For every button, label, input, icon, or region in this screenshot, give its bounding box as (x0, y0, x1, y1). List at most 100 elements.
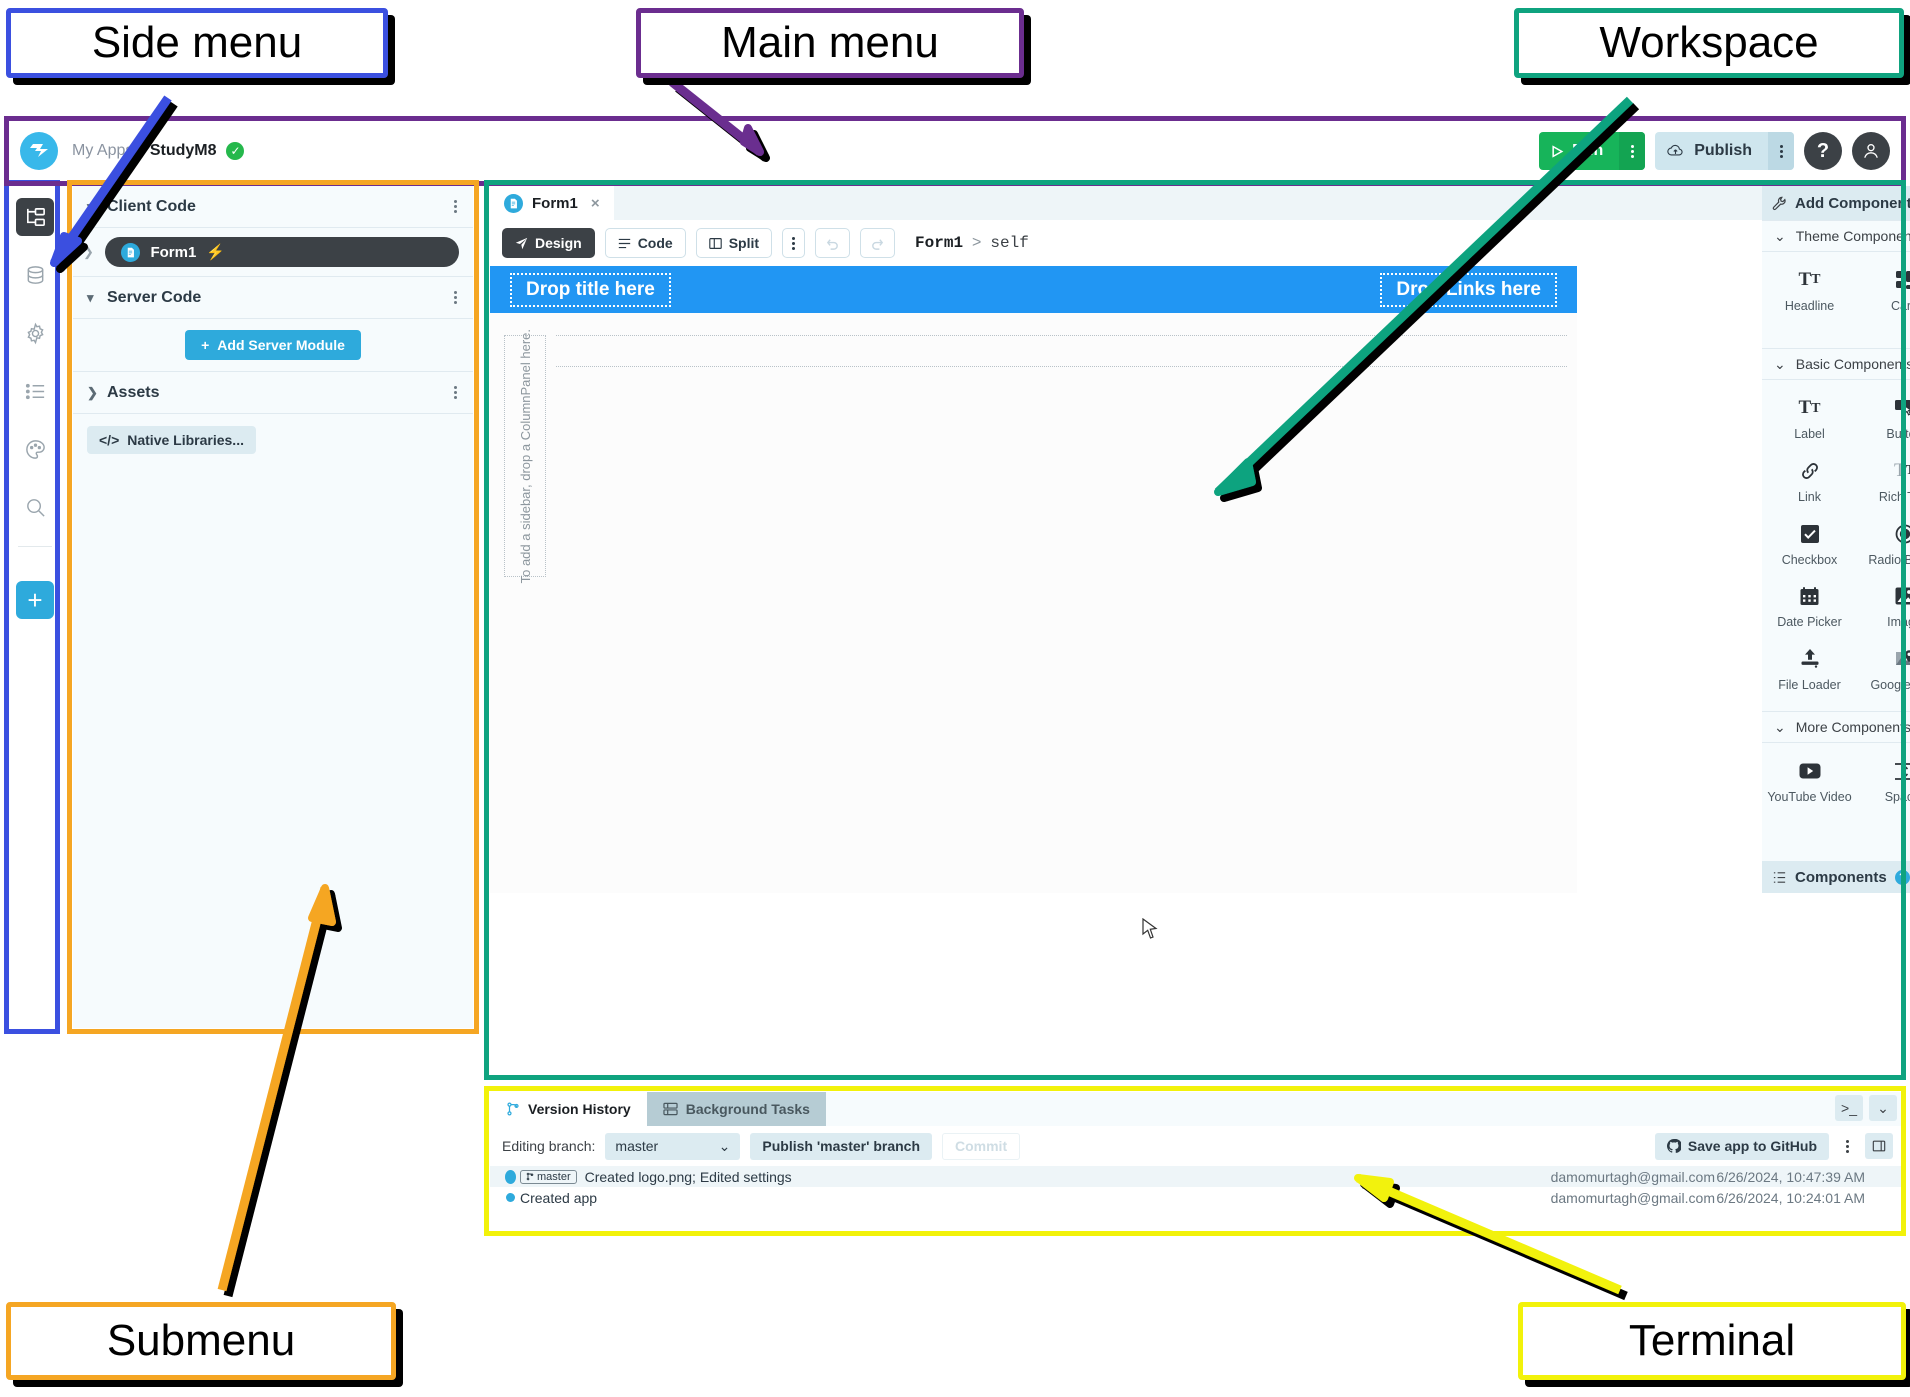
submenu-panel: ▾ Client Code ❯ Form1 ⚡ ▾ Server Code + … (73, 186, 473, 1028)
components-footer[interactable]: Components ? + (1762, 861, 1910, 893)
publish-branch-button[interactable]: Publish 'master' branch (750, 1132, 932, 1160)
version-history-toolbar: Editing branch: master ⌄ Publish 'master… (490, 1126, 1905, 1166)
rail-divider (18, 546, 52, 547)
component-spacer-label: Spacer (1884, 790, 1910, 805)
section-assets[interactable]: ❯ Assets (73, 372, 473, 414)
content-drop-zone[interactable] (556, 335, 1567, 367)
more-options-kebab-icon[interactable] (782, 228, 806, 258)
history-row[interactable]: master Created logo.png; Edited settings… (490, 1166, 1905, 1187)
sidebar-item-settings[interactable] (16, 314, 54, 352)
tab-form1[interactable]: Form1 × (490, 186, 614, 220)
history-author: damomurtagh@gmail.com (1550, 1168, 1715, 1185)
server-code-kebab-icon[interactable] (454, 291, 457, 304)
tab-background-tasks[interactable]: Background Tasks (646, 1092, 826, 1126)
section-server-code[interactable]: ▾ Server Code (73, 277, 473, 319)
branch-select[interactable]: master ⌄ (605, 1132, 741, 1160)
component-google-map[interactable]: Google Map (1857, 639, 1910, 702)
save-to-github-button[interactable]: Save app to GitHub (1654, 1132, 1829, 1160)
callout-submenu: Submenu (6, 1302, 396, 1380)
group-basic-components[interactable]: ⌄ Basic Components (1762, 348, 1910, 381)
component-link-label: Link (1798, 489, 1821, 504)
close-icon[interactable]: × (591, 195, 600, 212)
github-options-kebab-icon[interactable] (1837, 1133, 1857, 1159)
component-youtube-video-label: YouTube Video (1767, 790, 1852, 805)
tab-version-history[interactable]: Version History (490, 1092, 647, 1126)
history-row[interactable]: Created app damomurtagh@gmail.com 6/26/2… (490, 1187, 1905, 1208)
lightning-icon[interactable]: ⚡ (206, 243, 225, 261)
form-canvas[interactable]: Drop title here Drop Links here To add a… (490, 266, 1577, 893)
form-body[interactable]: To add a sidebar, drop a ColumnPanel her… (490, 313, 1577, 893)
component-radio-button[interactable]: Radio Button (1857, 514, 1910, 577)
native-libraries-button[interactable]: </> Native Libraries... (87, 426, 256, 454)
client-code-kebab-icon[interactable] (454, 200, 457, 213)
component-card[interactable]: Card (1857, 260, 1910, 338)
component-checkbox[interactable]: Checkbox (1762, 514, 1857, 577)
publish-options-kebab-icon[interactable] (1768, 132, 1794, 170)
app-name[interactable]: StudyM8 (150, 142, 217, 160)
run-button-label: Run (1572, 142, 1604, 159)
branch-select-value: master (615, 1138, 659, 1154)
group-more-components-label: More Components (1795, 719, 1910, 736)
code-view-button[interactable]: Code (604, 228, 686, 258)
headline-icon: TT (1798, 269, 1821, 291)
component-date-picker[interactable]: Date Picker (1762, 576, 1857, 639)
tab-form1-label: Form1 (532, 194, 578, 212)
chevron-down-icon: ⌄ (1774, 355, 1786, 372)
publish-button[interactable]: Publish (1655, 132, 1794, 170)
tree-item-form1[interactable]: Form1 ⚡ (105, 237, 459, 267)
component-rich-text[interactable]: TT Rich Text (1857, 451, 1910, 514)
component-spacer[interactable]: Spacer (1857, 751, 1910, 814)
undo-button[interactable] (815, 228, 851, 258)
callout-side-menu-label: Side menu (91, 18, 303, 67)
run-button[interactable]: Run (1539, 132, 1646, 170)
add-server-module-label: Add Server Module (217, 337, 345, 353)
anvil-logo-icon[interactable] (20, 132, 58, 170)
add-components-title: Add Components (1795, 194, 1910, 212)
component-label[interactable]: TT Label (1762, 388, 1857, 451)
group-more-components[interactable]: ⌄ More Components (1762, 711, 1910, 744)
component-file-loader[interactable]: File Loader (1762, 639, 1857, 702)
component-headline[interactable]: TT Headline (1762, 260, 1857, 338)
sidebar-item-theme[interactable] (16, 430, 54, 468)
sidebar-item-add[interactable]: + (16, 581, 54, 619)
design-view-button[interactable]: Design (502, 228, 595, 258)
saved-check-icon: ✓ (226, 142, 245, 160)
sidebar-item-search[interactable] (16, 488, 54, 526)
layout-toggle-button[interactable] (1865, 1133, 1893, 1159)
component-link[interactable]: Link (1762, 451, 1857, 514)
account-button[interactable] (1852, 132, 1890, 170)
link-icon (1800, 459, 1820, 483)
sidebar-item-data-tables[interactable] (16, 256, 54, 294)
help-button[interactable]: ? (1804, 132, 1842, 170)
drop-links-zone[interactable]: Drop Links here (1380, 272, 1557, 307)
collapse-panel-button[interactable]: ⌄ (1869, 1095, 1897, 1121)
add-server-module-button[interactable]: + Add Server Module (185, 330, 361, 360)
callout-submenu-label: Submenu (106, 1316, 296, 1365)
commit-button[interactable]: Commit (942, 1132, 1021, 1160)
component-image[interactable]: Image (1857, 576, 1910, 639)
chevron-right-icon[interactable]: ❯ (83, 244, 105, 260)
sidebar-item-app-browser[interactable] (16, 198, 54, 236)
assets-kebab-icon[interactable] (454, 386, 457, 399)
terminal-button[interactable]: >_ (1835, 1095, 1863, 1121)
section-client-code[interactable]: ▾ Client Code (73, 186, 473, 228)
breadcrumb-separator: / (139, 142, 144, 159)
component-image-label: Image (1887, 615, 1910, 630)
split-view-button[interactable]: Split (695, 228, 773, 258)
component-youtube-video[interactable]: YouTube Video (1762, 751, 1857, 814)
card-icon (1895, 268, 1910, 292)
breadcrumb-form-label[interactable]: Form1 (915, 234, 963, 252)
component-button[interactable]: Button (1857, 388, 1910, 451)
group-theme-components[interactable]: ⌄ Theme Components (1762, 220, 1910, 252)
help-icon[interactable]: ? (1894, 869, 1910, 885)
chevron-down-icon: ▾ (87, 289, 94, 305)
run-options-kebab-icon[interactable] (1619, 132, 1646, 170)
sidebar-drop-zone[interactable]: To add a sidebar, drop a ColumnPanel her… (504, 329, 546, 583)
breadcrumb-self-label[interactable]: self (990, 234, 1028, 252)
redo-button[interactable] (860, 228, 896, 258)
assets-body: </> Native Libraries... (73, 414, 473, 466)
add-components-panel: Add Components ? ⌄ Theme Components TT H… (1762, 186, 1910, 893)
sidebar-item-dependencies[interactable] (16, 372, 54, 410)
my-apps-link[interactable]: My Apps (72, 142, 133, 160)
drop-title-zone[interactable]: Drop title here (510, 272, 671, 307)
